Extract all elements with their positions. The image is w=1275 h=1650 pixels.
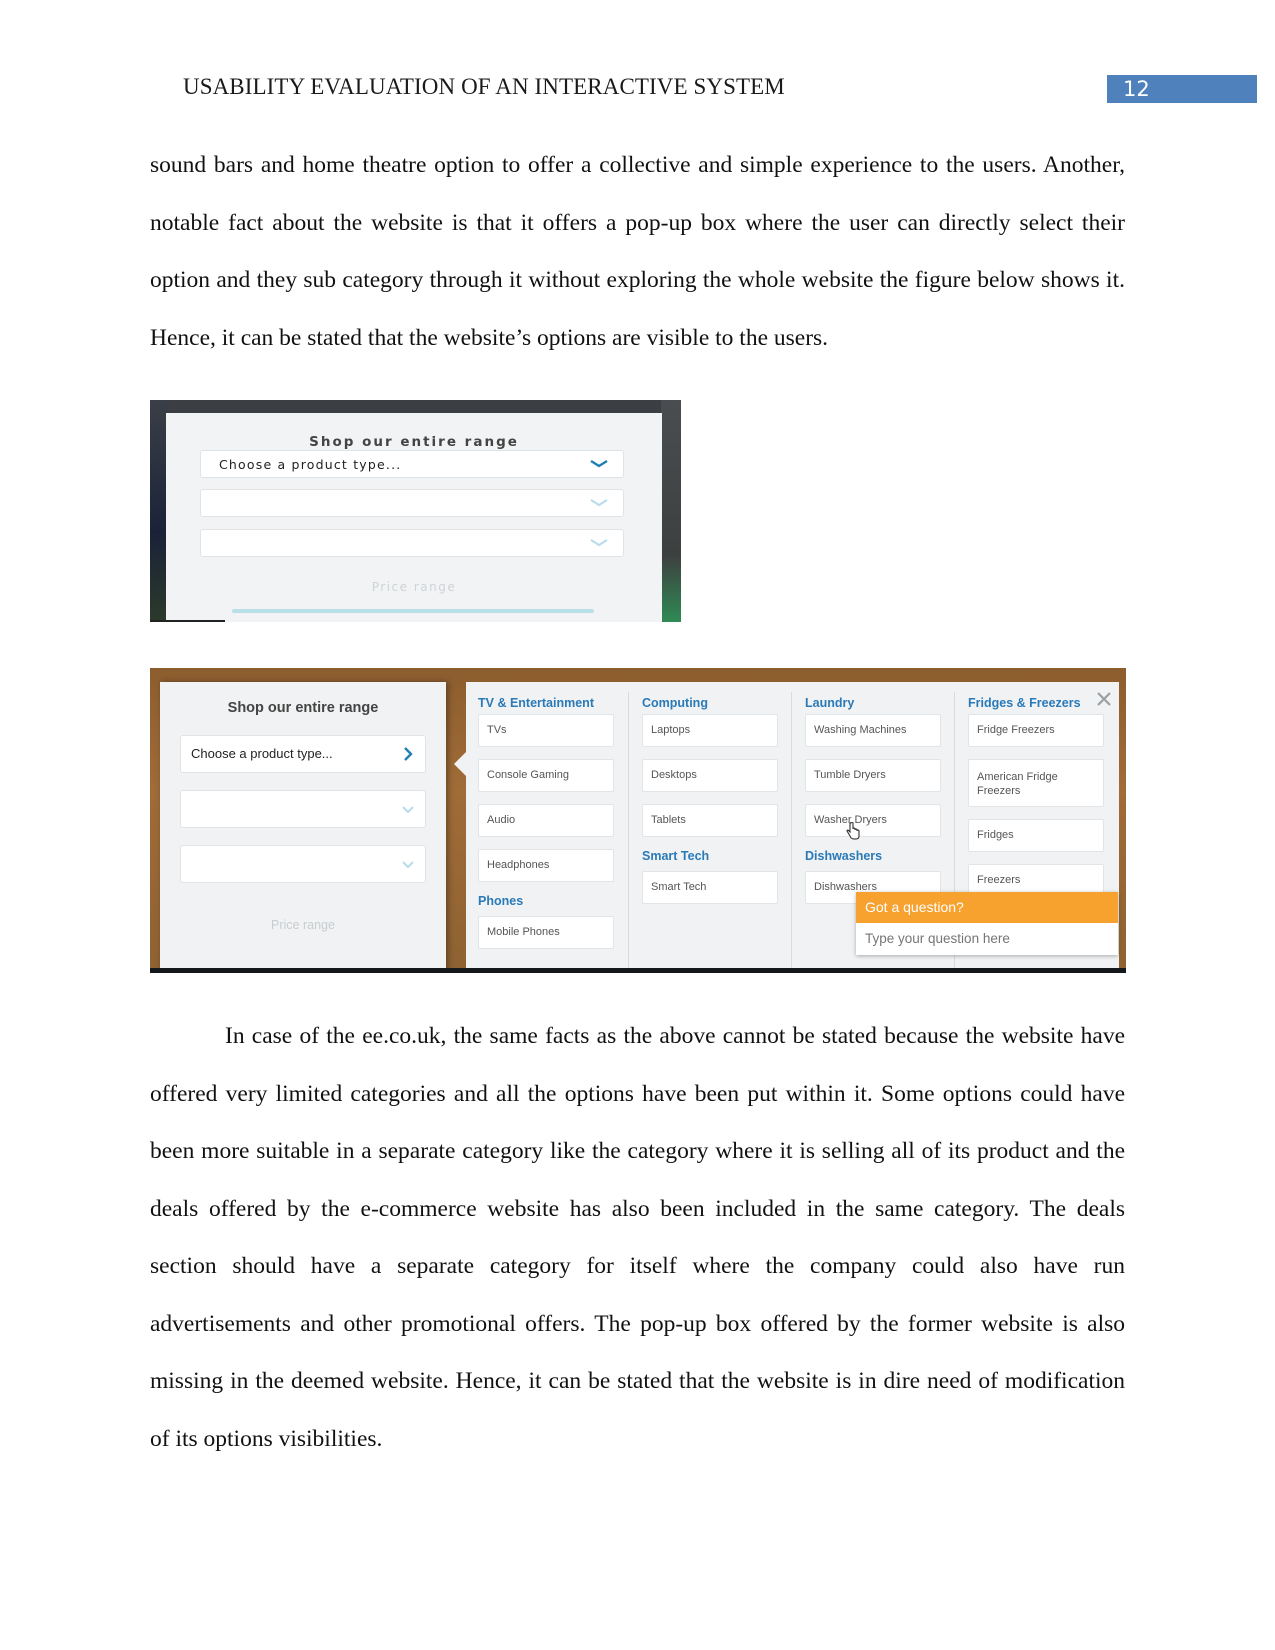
chat-question-input[interactable] [856,923,1118,955]
chevron-down-icon [590,459,608,468]
category-heading[interactable]: Smart Tech [642,845,792,867]
category-heading[interactable]: TV & Entertainment [478,692,628,714]
menu-column: Fridges & Freezers Fridge Freezers Ameri… [968,692,1118,909]
price-range-label: Price range [371,580,457,594]
price-range-slider[interactable] [232,609,594,613]
menu-item[interactable]: Tablets [642,804,778,837]
chevron-down-icon [402,806,414,814]
brand-select[interactable] [180,845,426,883]
subcategory-select[interactable] [200,489,624,517]
popup-card: Shop our entire range Choose a product t… [166,413,662,622]
body-paragraph: sound bars and home theatre option to of… [150,152,1125,351]
popup-left-panel: Shop our entire range Choose a product t… [160,682,446,972]
product-type-select[interactable]: Choose a product type... [180,735,426,773]
column-divider [791,692,792,972]
figure-popup-expanded: Shop our entire range Choose a product t… [150,668,1126,973]
hand-cursor-icon [846,822,860,840]
figure-popup-collapsed: Shop our entire range Choose a product t… [150,400,681,622]
menu-item[interactable]: Washing Machines [805,714,941,747]
running-head: USABILITY EVALUATION OF AN INTERACTIVE S… [183,74,785,99]
menu-item[interactable]: TVs [478,714,614,747]
menu-item[interactable]: Smart Tech [642,871,778,904]
menu-column: Laundry Washing Machines Tumble Dryers W… [805,692,955,916]
menu-item[interactable]: Console Gaming [478,759,614,792]
divider [150,968,1126,973]
menu-item[interactable]: Washer Dryers [805,804,941,837]
popup-title: Shop our entire range [227,700,379,716]
menu-item[interactable]: Fridge Freezers [968,714,1104,747]
category-heading[interactable]: Dishwashers [805,845,955,867]
category-heading[interactable]: Phones [478,890,628,912]
menu-item[interactable]: Audio [478,804,614,837]
chat-title[interactable]: Got a question? [856,892,1118,923]
chevron-down-icon [590,499,608,507]
category-heading[interactable]: Computing [642,692,792,714]
chevron-down-icon [590,539,608,547]
brand-select[interactable] [200,529,624,557]
menu-item[interactable]: Desktops [642,759,778,792]
menu-item[interactable]: American Fridge Freezers [968,759,1104,807]
menu-item[interactable]: Tumble Dryers [805,759,941,792]
product-type-select[interactable]: Choose a product type... [200,450,624,478]
divider [150,620,225,622]
menu-item[interactable]: Headphones [478,849,614,882]
chevron-right-icon [404,747,413,761]
menu-item[interactable]: Mobile Phones [478,916,614,949]
subcategory-select[interactable] [180,790,426,828]
column-divider [628,692,629,972]
price-range-label: Price range [271,918,335,932]
body-paragraph: In case of the ee.co.uk, the same facts … [150,1023,1125,1452]
background-right [661,400,681,622]
category-heading[interactable]: Laundry [805,692,955,714]
menu-column: TV & Entertainment TVs Console Gaming Au… [478,692,628,961]
chevron-down-icon [402,861,414,869]
menu-item[interactable]: Fridges [968,819,1104,852]
menu-column: Computing Laptops Desktops Tablets Smart… [642,692,792,916]
close-icon[interactable] [1095,690,1113,708]
menu-pointer [454,752,466,776]
popup-title: Shop our entire range [309,434,519,450]
select-text: Choose a product type... [219,457,402,472]
select-text: Choose a product type... [191,746,333,761]
menu-item[interactable]: Laptops [642,714,778,747]
chat-widget[interactable]: Got a question? [856,892,1118,955]
page-number: 12 [1107,75,1257,103]
